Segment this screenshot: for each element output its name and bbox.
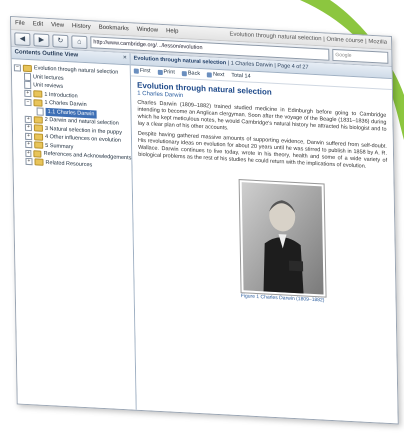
expander-icon[interactable]: + — [25, 141, 33, 149]
darwin-portrait-image — [238, 179, 327, 298]
expander-icon[interactable]: + — [24, 124, 32, 132]
outline-item-label: Related Resources — [45, 159, 93, 168]
folder-icon — [33, 98, 43, 107]
home-icon: ⌂ — [77, 38, 82, 46]
total-label: Total 14 — [231, 72, 251, 80]
document-icon — [23, 72, 32, 81]
home-button[interactable]: ⌂ — [71, 34, 88, 49]
reload-button[interactable]: ↻ — [52, 33, 69, 48]
first-label: First — [139, 67, 151, 75]
menu-file[interactable]: File — [15, 20, 25, 27]
tab-location: | 1 Charles Darwin | Page 4 of 27 — [226, 60, 309, 71]
back-page-button[interactable]: Back — [181, 70, 201, 77]
expander-icon[interactable]: + — [24, 90, 32, 98]
next-icon — [207, 71, 213, 78]
close-icon[interactable]: × — [123, 53, 127, 64]
expander-icon[interactable]: + — [25, 158, 33, 166]
document-icon — [24, 81, 32, 90]
menu-help[interactable]: Help — [166, 28, 178, 35]
first-button[interactable]: First — [133, 67, 151, 75]
forward-button[interactable]: ▶ — [33, 32, 50, 47]
browser-window: File Edit View History Bookmarks Window … — [10, 16, 399, 425]
next-button[interactable]: Next — [207, 71, 224, 78]
folder-icon — [34, 141, 44, 150]
print-label: Print — [163, 69, 175, 76]
print-icon — [157, 69, 163, 75]
total-indicator: Total 14 — [231, 73, 250, 80]
menu-edit[interactable]: Edit — [33, 21, 43, 28]
portrait-svg — [241, 182, 324, 295]
folder-icon — [34, 133, 44, 141]
document-icon — [36, 107, 44, 116]
back-arrow-icon: ◀ — [19, 35, 26, 43]
folder-icon — [33, 124, 43, 132]
expander-icon[interactable]: + — [25, 149, 32, 157]
article: Evolution through natural selection 1 Ch… — [131, 76, 394, 179]
expander-icon[interactable]: − — [24, 98, 32, 106]
search-field[interactable]: Google — [332, 48, 389, 64]
menu-bookmarks[interactable]: Bookmarks — [99, 25, 129, 33]
menu-view[interactable]: View — [51, 22, 64, 29]
reload-icon: ↻ — [57, 36, 64, 45]
forward-arrow-icon: ▶ — [38, 36, 45, 44]
back-button[interactable]: ◀ — [14, 31, 31, 46]
expander-icon[interactable]: + — [24, 115, 32, 123]
menu-history[interactable]: History — [72, 23, 91, 30]
tab-title: Evolution through natural selection — [133, 55, 227, 67]
folder-icon — [34, 158, 44, 167]
next-label: Next — [213, 71, 225, 79]
menu-window[interactable]: Window — [137, 27, 158, 34]
contents-outline-pane: Contents Outline View × − Evolution throu… — [11, 47, 137, 410]
back-icon — [181, 70, 187, 76]
content-pane: Evolution through natural selection | 1 … — [130, 53, 398, 424]
back-label: Back — [187, 70, 201, 77]
print-button[interactable]: Print — [157, 69, 175, 76]
outline-tree: − Evolution through natural selection Unit… — [12, 59, 132, 171]
folder-icon — [33, 90, 43, 98]
folder-icon — [33, 150, 42, 158]
first-icon — [133, 68, 139, 74]
folder-icon — [22, 64, 32, 72]
expander-icon[interactable]: − — [13, 63, 21, 72]
expander-icon[interactable]: + — [25, 132, 33, 140]
folder-icon — [33, 116, 43, 124]
